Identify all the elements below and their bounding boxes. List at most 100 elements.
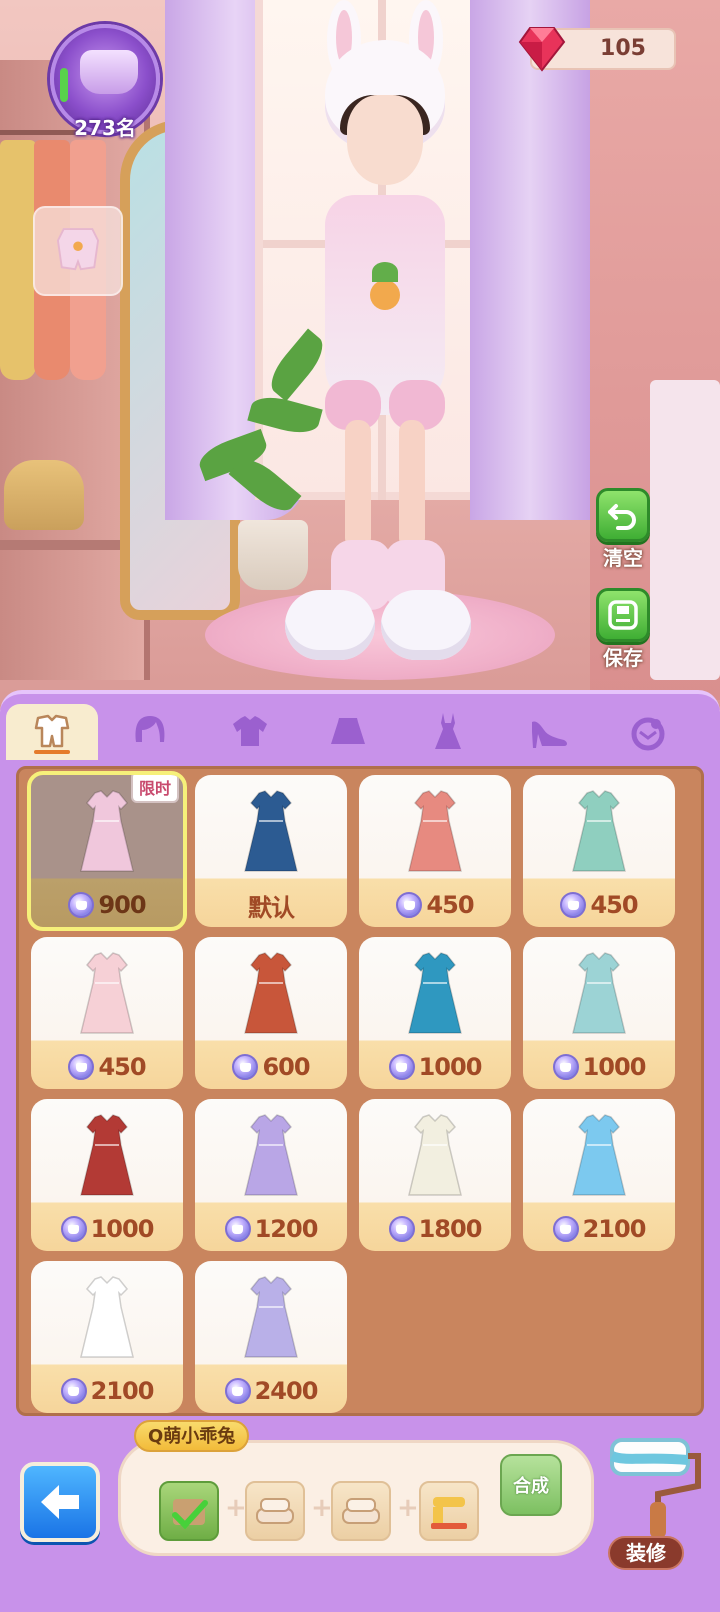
- outfit-card[interactable]: 450: [31, 937, 183, 1089]
- character-avatar[interactable]: [285, 0, 485, 690]
- price-label: 1800: [418, 1215, 483, 1243]
- outfit-icon: [80, 952, 134, 1034]
- fabric-icon: [342, 1498, 380, 1524]
- outfit-card[interactable]: 1200: [195, 1099, 347, 1251]
- coupon-icon: [396, 892, 423, 918]
- outfit-card[interactable]: 2400: [195, 1261, 347, 1413]
- price-label: 1000: [90, 1215, 155, 1243]
- price-row: 1000: [523, 1045, 675, 1089]
- price-row: 1000: [31, 1207, 183, 1251]
- coupon-icon: [68, 892, 95, 918]
- sewing-machine-icon: [431, 1497, 467, 1529]
- outfit-card[interactable]: 450: [359, 775, 511, 927]
- craft-button[interactable]: 合成: [500, 1454, 562, 1516]
- set-piece-1[interactable]: [159, 1481, 219, 1541]
- set-piece-2[interactable]: [245, 1481, 305, 1541]
- clear-label: 清空: [603, 546, 643, 570]
- price-row: 600: [195, 1045, 347, 1089]
- wardrobe-panel: 限时 900 默认 450 450 450 600 1000 1000 1000 1200 1800 2…: [0, 690, 720, 1420]
- price-label: 2100: [582, 1215, 647, 1243]
- plus-icon: +: [225, 1493, 247, 1523]
- outfit-card[interactable]: 限时 900: [27, 771, 187, 931]
- price-row: 1000: [359, 1045, 511, 1089]
- price-label: 450: [590, 891, 638, 919]
- tab-outfit-set[interactable]: [6, 704, 98, 760]
- coupon-icon: [224, 1378, 251, 1404]
- outfit-icon: [34, 714, 70, 748]
- coupon-icon: [560, 892, 587, 918]
- plus-icon: +: [311, 1493, 333, 1523]
- shirt-icon: [233, 716, 267, 746]
- outfit-icon: [408, 790, 462, 872]
- gem-icon: [518, 27, 566, 72]
- hair-icon: [135, 716, 165, 742]
- price-row: 450: [523, 883, 675, 927]
- coupon-icon: [552, 1054, 579, 1080]
- rank-text: 273名: [74, 116, 136, 140]
- price-row: 450: [31, 1045, 183, 1089]
- outfit-card[interactable]: 450: [523, 775, 675, 927]
- tab-shoes[interactable]: [502, 704, 594, 760]
- clear-button[interactable]: [596, 488, 650, 542]
- outfit-card[interactable]: 1800: [359, 1099, 511, 1251]
- save-label: 保存: [603, 646, 643, 670]
- coupon-icon: [68, 1054, 95, 1080]
- coupon-icon: [232, 1054, 259, 1080]
- coupon-icon: [552, 1216, 579, 1242]
- coupon-icon: [224, 1216, 251, 1242]
- outfit-card[interactable]: 2100: [523, 1099, 675, 1251]
- coupon-icon: [388, 1054, 415, 1080]
- gem-count: 105: [600, 36, 646, 61]
- dress-icon: [435, 713, 461, 749]
- price-row: 1200: [195, 1207, 347, 1251]
- tab-skirt[interactable]: [302, 704, 394, 760]
- outfit-icon: [244, 952, 298, 1034]
- item-grid: 限时 900 默认 450 450 450 600 1000 1000 1000 1200 1800 2…: [16, 766, 704, 1416]
- price-label: 2100: [90, 1377, 155, 1405]
- outfit-icon: [408, 952, 462, 1034]
- tab-dress[interactable]: [402, 704, 494, 760]
- outfit-icon: [572, 790, 626, 872]
- price-row: 450: [359, 883, 511, 927]
- heels-icon: [532, 721, 567, 748]
- current-outfit-thumbnail[interactable]: [33, 206, 123, 296]
- outfit-card[interactable]: 1000: [359, 937, 511, 1089]
- outfit-card[interactable]: 1000: [523, 937, 675, 1089]
- price-label: 900: [98, 891, 146, 919]
- price-label: 1000: [582, 1053, 647, 1081]
- price-label: 600: [262, 1053, 310, 1081]
- outfit-icon: [572, 952, 626, 1034]
- outfit-card[interactable]: 600: [195, 937, 347, 1089]
- set-piece-4[interactable]: [419, 1481, 479, 1541]
- category-tabs: [0, 702, 720, 762]
- romper-icon: [56, 228, 100, 271]
- price-label: 1000: [418, 1053, 483, 1081]
- outfit-card[interactable]: 1000: [31, 1099, 183, 1251]
- outfit-icon: [572, 1114, 626, 1196]
- outfit-card[interactable]: 默认: [195, 775, 347, 927]
- price-row: 900: [31, 883, 183, 927]
- set-name-label: Q萌小乖兔: [134, 1420, 250, 1452]
- back-button[interactable]: [20, 1462, 100, 1542]
- price-row: 2400: [195, 1369, 347, 1413]
- bottom-bar: + + + Q萌小乖兔 合成 装修: [0, 1420, 720, 1612]
- tab-top[interactable]: [204, 704, 296, 760]
- bag-check-icon: [172, 1499, 208, 1530]
- save-button[interactable]: [596, 588, 650, 642]
- limited-tag: 限时: [130, 775, 179, 803]
- outfit-icon: [244, 1276, 298, 1358]
- coupon-icon: [60, 1216, 87, 1242]
- tab-hair[interactable]: [104, 704, 196, 760]
- accessory-icon: [631, 717, 665, 751]
- price-row: 1800: [359, 1207, 511, 1251]
- plus-icon: +: [397, 1493, 419, 1523]
- coupon-icon: [388, 1216, 415, 1242]
- set-piece-3[interactable]: [331, 1481, 391, 1541]
- tab-accessory[interactable]: [602, 704, 694, 760]
- outfit-icon: [408, 1114, 462, 1196]
- gem-counter[interactable]: 105: [518, 27, 676, 72]
- coupon-icon: [60, 1378, 87, 1404]
- price-row: 默认: [195, 883, 347, 927]
- outfit-card[interactable]: 2100: [31, 1261, 183, 1413]
- price-label: 450: [426, 891, 474, 919]
